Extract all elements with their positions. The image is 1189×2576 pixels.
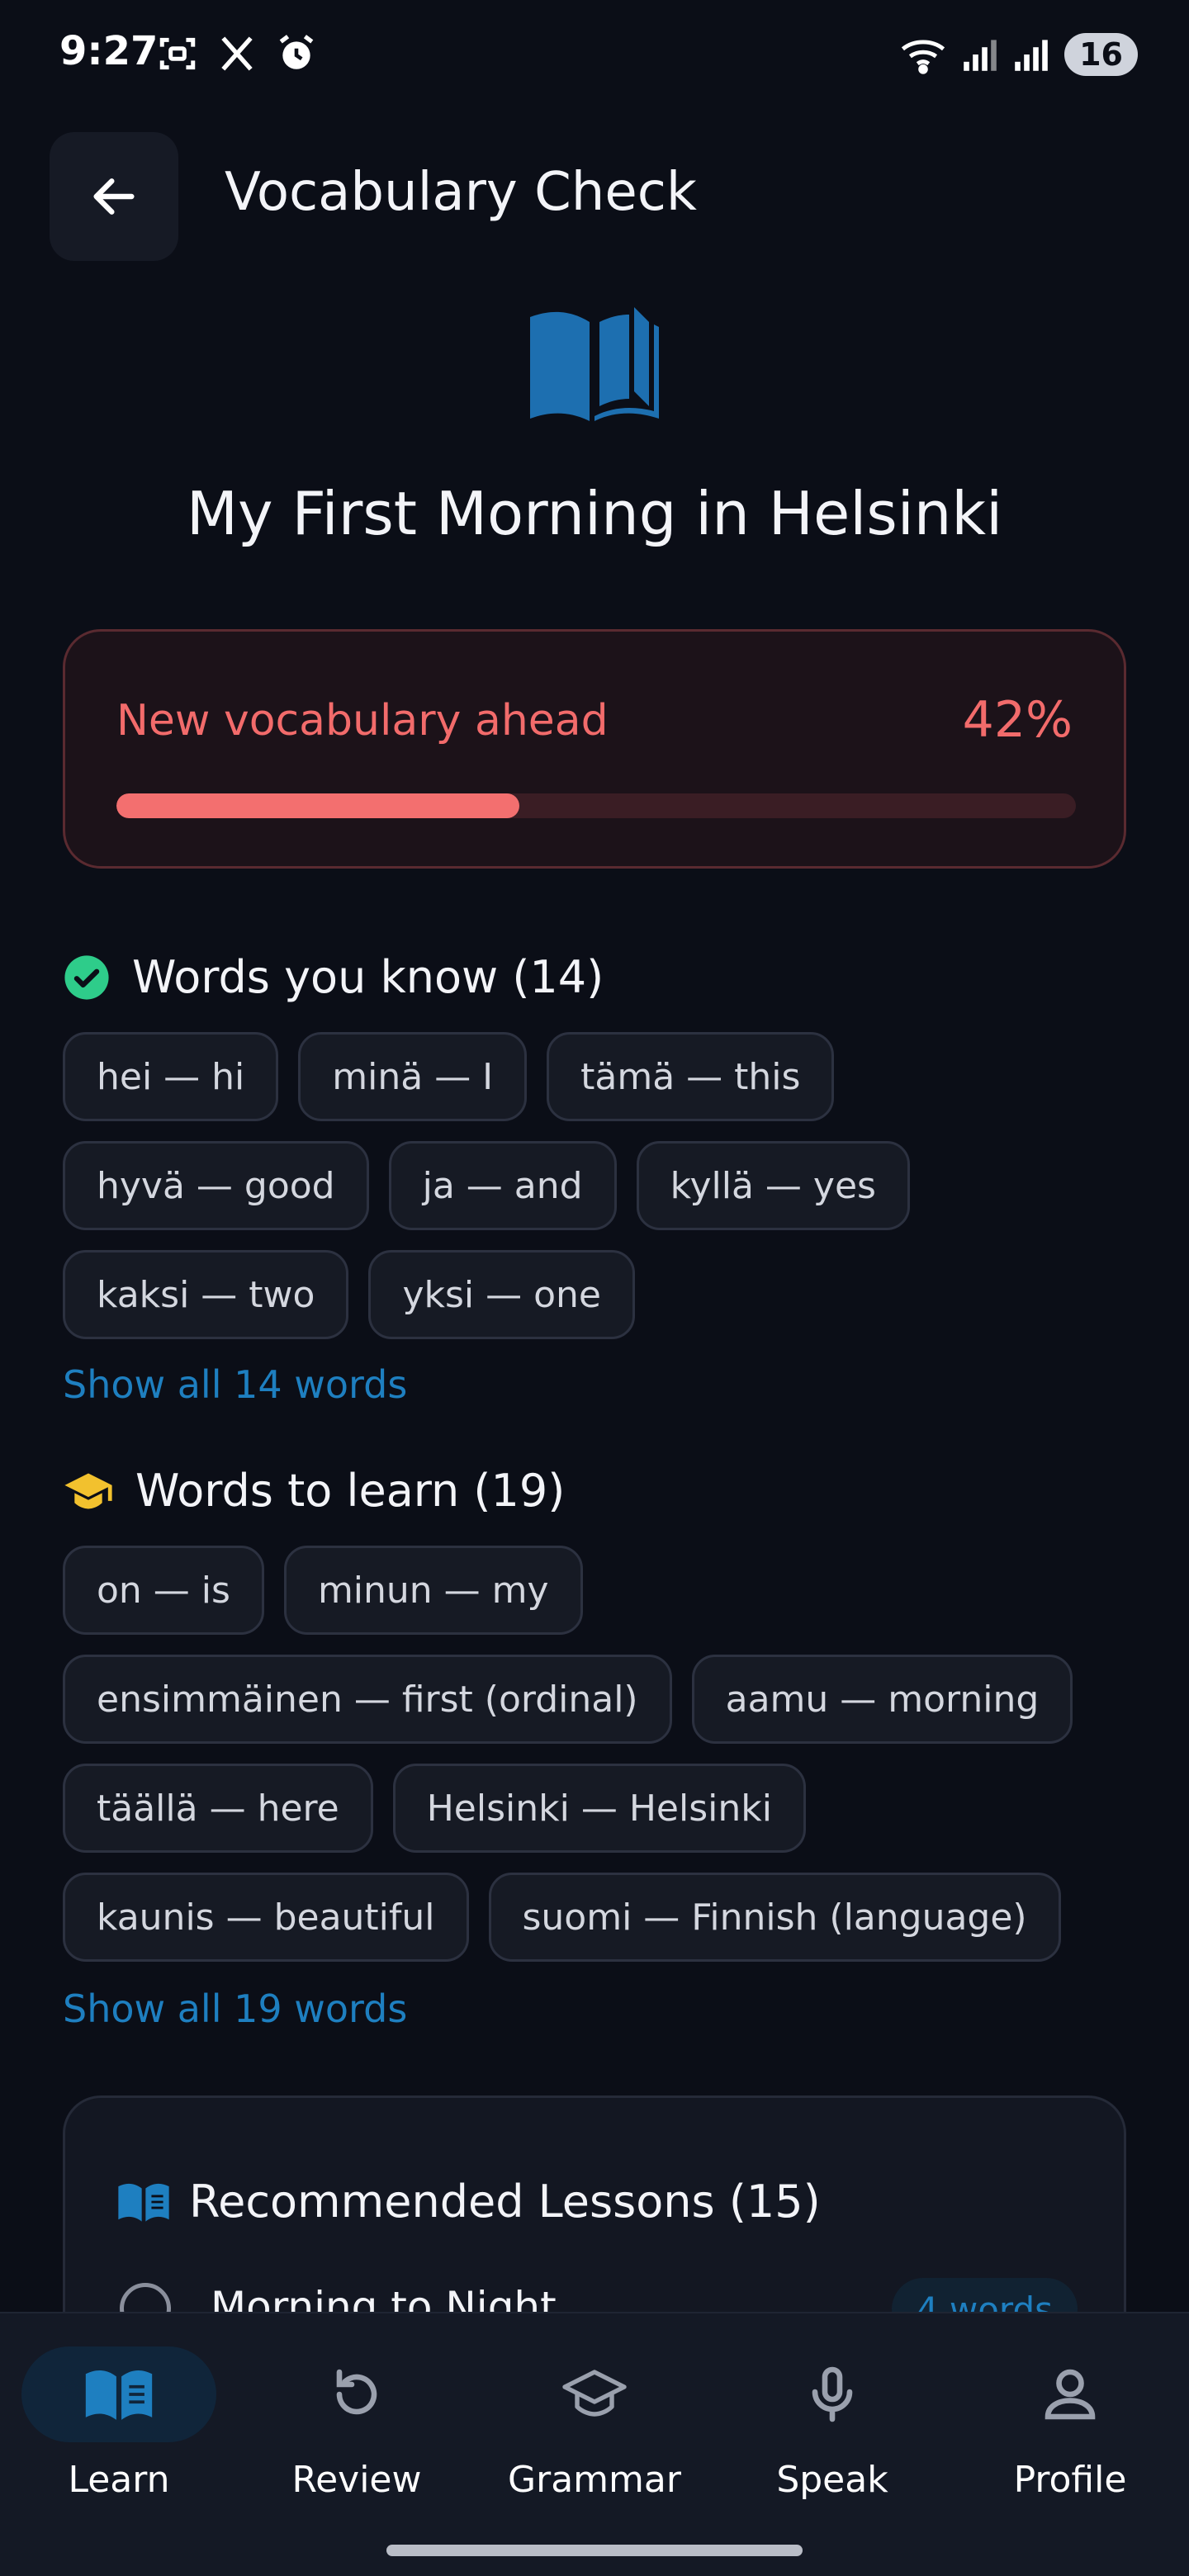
nav-profile-label: Profile	[1013, 2459, 1127, 2501]
word-chip[interactable]: minä — I	[298, 1032, 528, 1121]
back-button[interactable]	[50, 132, 178, 261]
status-system-icons: 16	[899, 33, 1138, 76]
status-bar: 9:27 16	[0, 0, 1189, 116]
recommended-title: Recommended Lessons (15)	[189, 2176, 821, 2228]
progress-fill	[116, 793, 520, 818]
nav-profile-icon-wrap	[973, 2346, 1168, 2442]
book-icon	[118, 2183, 169, 2222]
microphone-icon	[812, 2366, 853, 2422]
progress-label: New vocabulary ahead	[116, 696, 609, 746]
word-chip[interactable]: minun — my	[283, 1546, 583, 1635]
screenshot-icon	[159, 37, 196, 70]
word-chip[interactable]: kaunis — beautiful	[63, 1873, 469, 1962]
word-chip[interactable]: aamu — morning	[691, 1655, 1073, 1744]
recommended-header: Recommended Lessons (15)	[116, 2176, 821, 2228]
word-chip[interactable]: suomi — Finnish (language)	[488, 1873, 1061, 1962]
signal-roaming-icon	[1015, 40, 1048, 71]
book-icon	[85, 2370, 153, 2420]
nav-grammar-icon-wrap	[497, 2346, 692, 2442]
bottom-navigation: Learn Review Grammar Speak Profile	[0, 2312, 1189, 2576]
show-all-known-link[interactable]: Show all 14 words	[63, 1362, 407, 1407]
learn-words-list: on — is minun — my ensimmäinen — first (or…	[63, 1546, 1136, 1962]
nav-speak-label: Speak	[776, 2459, 888, 2501]
learn-words-title: Words to learn (19)	[135, 1465, 566, 1517]
alarm-icon	[279, 35, 314, 69]
x-logo-icon	[221, 36, 253, 71]
new-vocabulary-card: New vocabulary ahead 42%	[63, 629, 1126, 869]
signal-icon	[964, 40, 997, 71]
learn-words-header: Words to learn (19)	[63, 1465, 565, 1517]
known-words-header: Words you know (14)	[63, 951, 604, 1003]
nav-grammar[interactable]: Grammar	[476, 2346, 713, 2512]
nav-review[interactable]: Review	[238, 2346, 476, 2512]
nav-review-icon-wrap	[259, 2346, 454, 2442]
word-chip[interactable]: yksi — one	[368, 1250, 635, 1339]
status-time: 9:27	[59, 28, 159, 74]
open-book-icon	[530, 307, 659, 421]
word-chip[interactable]: Helsinki — Helsinki	[392, 1764, 806, 1853]
wifi-icon	[902, 40, 945, 74]
word-chip[interactable]: ja — and	[388, 1141, 617, 1230]
home-indicator[interactable]	[386, 2545, 803, 2556]
page-title: Vocabulary Check	[225, 162, 697, 223]
known-words-list: hei — hi minä — Itämä — this hyvä — good ja…	[63, 1032, 1136, 1339]
lesson-title: My First Morning in Helsinki	[186, 479, 1003, 548]
word-chip[interactable]: kaksi — two	[63, 1250, 349, 1339]
graduation-cap-icon	[64, 1473, 112, 1508]
word-chip[interactable]: hyvä — good	[63, 1141, 369, 1230]
nav-learn-label: Learn	[68, 2459, 170, 2501]
nav-learn[interactable]: Learn	[0, 2346, 238, 2512]
nav-speak-icon-wrap	[735, 2346, 930, 2442]
word-chip[interactable]: tämä — this	[547, 1032, 835, 1121]
nav-grammar-label: Grammar	[508, 2459, 681, 2501]
battery-indicator: 16	[1064, 33, 1138, 76]
show-all-learn-link[interactable]: Show all 19 words	[63, 1986, 407, 2031]
status-notification-icons	[157, 33, 317, 74]
nav-learn-icon-pill	[21, 2346, 216, 2442]
word-chip[interactable]: on — is	[63, 1546, 264, 1635]
graduation-cap-icon	[562, 2370, 627, 2417]
arrow-left-icon	[93, 178, 135, 215]
nav-speak[interactable]: Speak	[713, 2346, 951, 2512]
known-words-title: Words you know (14)	[132, 951, 604, 1003]
word-chip[interactable]: täällä — here	[63, 1764, 373, 1853]
progress-track	[116, 793, 1076, 818]
check-circle-icon	[64, 954, 109, 1000]
person-icon	[1045, 2369, 1096, 2420]
word-chip[interactable]: hei — hi	[63, 1032, 279, 1121]
word-chip[interactable]: kyllä — yes	[636, 1141, 910, 1230]
nav-profile[interactable]: Profile	[951, 2346, 1189, 2512]
nav-review-label: Review	[291, 2459, 422, 2501]
progress-percent: 42%	[962, 691, 1073, 749]
refresh-icon	[336, 2369, 377, 2415]
app-header: Vocabulary Check	[0, 132, 1189, 261]
word-chip[interactable]: ensimmäinen — first (ordinal)	[63, 1655, 672, 1744]
